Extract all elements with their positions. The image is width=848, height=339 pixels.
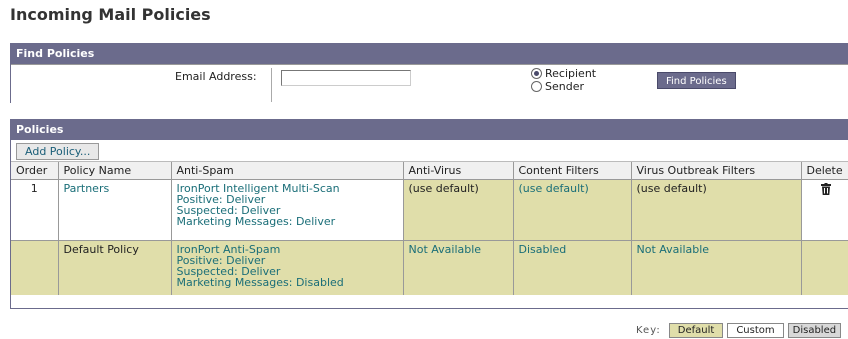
row-outbreak-filters-cell[interactable]: Not Available bbox=[631, 240, 802, 295]
row-policy-name-cell: Partners bbox=[58, 179, 172, 241]
column-header-content-filters: Content Filters bbox=[513, 162, 632, 180]
find-policies-header: Find Policies bbox=[11, 44, 848, 64]
row-policy-name-cell: Default Policy bbox=[58, 240, 172, 295]
row-outbreak-filters-cell[interactable]: (use default) bbox=[631, 179, 802, 241]
recipient-option[interactable]: Recipient bbox=[531, 67, 596, 80]
content-filters-value[interactable]: Disabled bbox=[519, 243, 567, 256]
content-filters-value[interactable]: (use default) bbox=[519, 182, 589, 195]
find-policies-button[interactable]: Find Policies bbox=[657, 72, 736, 89]
policies-toolbar: Add Policy... bbox=[11, 140, 848, 162]
anti-virus-value[interactable]: Not Available bbox=[409, 243, 482, 256]
anti-virus-value[interactable]: (use default) bbox=[409, 182, 479, 195]
anti-spam-marketing[interactable]: Marketing Messages: Disabled bbox=[177, 277, 398, 288]
find-policies-body: Email Address: Recipient Sender Find Pol… bbox=[11, 64, 848, 104]
table-row: 1 Partners IronPort Intelligent Multi-Sc… bbox=[11, 179, 848, 241]
row-content-filters-cell[interactable]: Disabled bbox=[513, 240, 632, 295]
key-custom-swatch: Custom bbox=[727, 323, 784, 338]
policies-header: Policies bbox=[11, 120, 848, 140]
outbreak-filters-value[interactable]: (use default) bbox=[637, 182, 707, 195]
add-policy-button[interactable]: Add Policy... bbox=[16, 143, 100, 160]
row-delete-cell bbox=[801, 240, 848, 295]
table-row: Default Policy IronPort Anti-Spam Positi… bbox=[11, 240, 848, 295]
divider bbox=[271, 68, 272, 102]
row-delete-cell bbox=[801, 179, 848, 241]
page-title: Incoming Mail Policies bbox=[10, 5, 211, 24]
row-anti-spam-cell[interactable]: IronPort Anti-Spam Positive: Deliver Sus… bbox=[171, 240, 404, 295]
sender-label: Sender bbox=[545, 80, 584, 93]
row-order: 1 bbox=[11, 179, 59, 241]
outbreak-filters-value[interactable]: Not Available bbox=[637, 243, 710, 256]
policy-name-text: Default Policy bbox=[63, 243, 139, 256]
row-anti-virus-cell[interactable]: Not Available bbox=[403, 240, 514, 295]
recipient-radio[interactable] bbox=[531, 68, 542, 79]
policy-name-link[interactable]: Partners bbox=[64, 182, 110, 195]
row-anti-virus-cell[interactable]: (use default) bbox=[403, 179, 514, 241]
email-address-input[interactable] bbox=[281, 70, 411, 86]
policies-table: Order Policy Name Anti-Spam Anti-Virus C… bbox=[11, 162, 848, 295]
column-header-outbreak-filters: Virus Outbreak Filters bbox=[631, 162, 802, 180]
key-label: Key: bbox=[636, 325, 661, 336]
column-header-anti-spam: Anti-Spam bbox=[171, 162, 404, 180]
table-header-row: Order Policy Name Anti-Spam Anti-Virus C… bbox=[11, 162, 848, 180]
column-header-delete: Delete bbox=[801, 162, 848, 180]
row-anti-spam-cell[interactable]: IronPort Intelligent Multi-Scan Positive… bbox=[171, 179, 404, 241]
policies-panel: Policies Add Policy... Order Policy Name… bbox=[10, 119, 848, 309]
column-header-order: Order bbox=[11, 162, 59, 180]
column-header-anti-virus: Anti-Virus bbox=[403, 162, 514, 180]
find-policies-panel: Find Policies Email Address: Recipient S… bbox=[10, 43, 848, 104]
sender-radio[interactable] bbox=[531, 81, 542, 92]
recipient-label: Recipient bbox=[545, 67, 597, 80]
key-default-swatch: Default bbox=[668, 323, 724, 338]
row-order bbox=[11, 240, 59, 295]
row-content-filters-cell[interactable]: (use default) bbox=[513, 179, 632, 241]
anti-spam-marketing[interactable]: Marketing Messages: Deliver bbox=[177, 216, 398, 227]
email-address-label: Email Address: bbox=[175, 70, 257, 83]
key-legend: Key: Default Custom Disabled bbox=[636, 323, 845, 338]
sender-option[interactable]: Sender bbox=[531, 80, 584, 93]
column-header-policy-name: Policy Name bbox=[58, 162, 172, 180]
trash-icon[interactable] bbox=[821, 183, 832, 195]
key-disabled-swatch: Disabled bbox=[787, 323, 842, 338]
